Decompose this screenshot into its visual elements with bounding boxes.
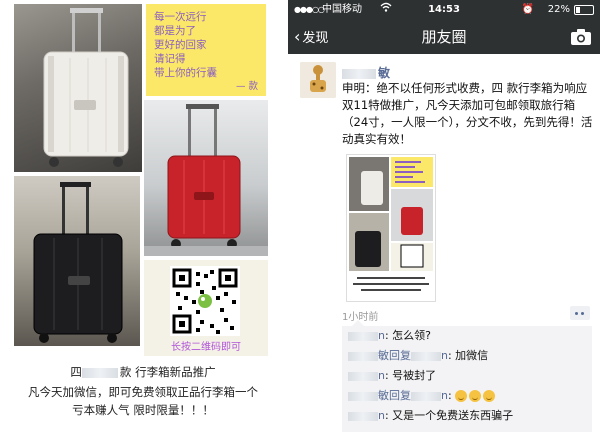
laughing-emoji-icon [455, 390, 468, 402]
note-line: 带上你的行囊 [154, 67, 217, 79]
note-line: 请记得 [154, 53, 186, 65]
comments-panel: n: 怎么领? 敏回复 n: 加微信 n: 号被封了 敏回复 n: n: 又是一个免… [342, 320, 592, 432]
poster-headline-text: 款 行李箱新品推广 [119, 365, 216, 379]
comment-text: : 又是一个免费送东西骗子 [384, 409, 514, 422]
comment-author: n [378, 329, 385, 342]
qr-panel: 长按二维码即可 [144, 260, 268, 356]
poster-offer-text: 凡今天加微信，即可免费领取正品行李箱一个 [28, 385, 258, 399]
comment-reply-to: n [441, 389, 448, 402]
post-text: 申明：绝不以任何形式收费，四 款行李箱为响应双11特做推广，凡今天添加可包邮领取… [342, 81, 593, 146]
note-signature: — 款 [235, 81, 258, 92]
comment-like-button[interactable] [570, 306, 590, 320]
redacted-name [348, 371, 378, 381]
comment-author: 敏回复 [378, 349, 411, 362]
ad-poster: 每一次远行 都是为了 更好的回家 请记得 带上你的行囊 — 款 长按二维码即可 … [0, 0, 286, 441]
redacted-name [348, 391, 378, 401]
comment-text: : [447, 389, 456, 402]
redacted-name [348, 351, 378, 361]
screenshot-stage: 每一次远行 都是为了 更好的回家 请记得 带上你的行囊 — 款 长按二维码即可 … [0, 0, 600, 441]
poster-limited-text: 亏本赚人气 限时限量！！！ [72, 403, 214, 417]
comment-item[interactable]: n: 又是一个免费送东西骗子 [342, 406, 592, 426]
comment-text: : 怎么领? [384, 329, 432, 342]
comment-item[interactable]: 敏回复 n: [342, 386, 592, 406]
comment-item[interactable]: 敏回复 n: 加微信 [342, 346, 592, 366]
redacted-name [411, 391, 441, 401]
wechat-moments-screen: ●●●○○ 中国移动 14:53 ⏰ 22% ‹ 发现 朋友圈 敏 申明：绝不以… [288, 0, 600, 441]
redacted-name [348, 411, 378, 421]
comment-item[interactable]: n: 号被封了 [342, 366, 592, 386]
comment-text: : 号被封了 [384, 369, 437, 382]
comment-author: n [378, 409, 385, 422]
laughing-emoji-icon [483, 390, 496, 402]
white-suitcase-photo [14, 4, 142, 172]
comment-author: n [378, 369, 385, 382]
redacted-name [348, 331, 378, 341]
post-author-text: 敏 [378, 66, 391, 80]
avatar[interactable] [300, 62, 336, 98]
quote-note: 每一次远行 都是为了 更好的回家 请记得 带上你的行囊 — 款 [146, 4, 266, 96]
laughing-emoji-icon [469, 390, 482, 402]
black-suitcase-photo [14, 176, 140, 346]
battery-icon [574, 5, 594, 15]
alarm-icon: ⏰ [521, 4, 534, 15]
comment-text: : 加微信 [447, 349, 489, 362]
status-bar: ●●●○○ 中国移动 14:53 ⏰ 22% [288, 0, 600, 20]
camera-icon[interactable] [570, 28, 592, 46]
page-title: 朋友圈 [421, 28, 467, 46]
redacted-name [342, 68, 376, 79]
comment-reply-to: n [441, 349, 448, 362]
note-line: 更好的回家 [154, 39, 207, 51]
comment-item[interactable]: n: 怎么领? [342, 326, 592, 346]
poster-headline: 四款 行李箱新品推广 [70, 365, 216, 379]
battery-percent: 22% [547, 4, 570, 15]
qr-code-icon[interactable] [170, 266, 240, 336]
redacted-name [81, 367, 118, 378]
post-image-thumbnail[interactable] [346, 154, 436, 302]
note-line: 都是为了 [154, 25, 196, 37]
qr-caption: 长按二维码即可 [171, 342, 241, 353]
comment-author: 敏回复 [378, 389, 411, 402]
red-suitcase-photo [144, 100, 268, 256]
redacted-name [411, 351, 441, 361]
nav-bar: ‹ 发现 朋友圈 [288, 20, 600, 54]
note-line: 每一次远行 [154, 11, 207, 23]
post-author[interactable]: 敏 [342, 64, 390, 81]
